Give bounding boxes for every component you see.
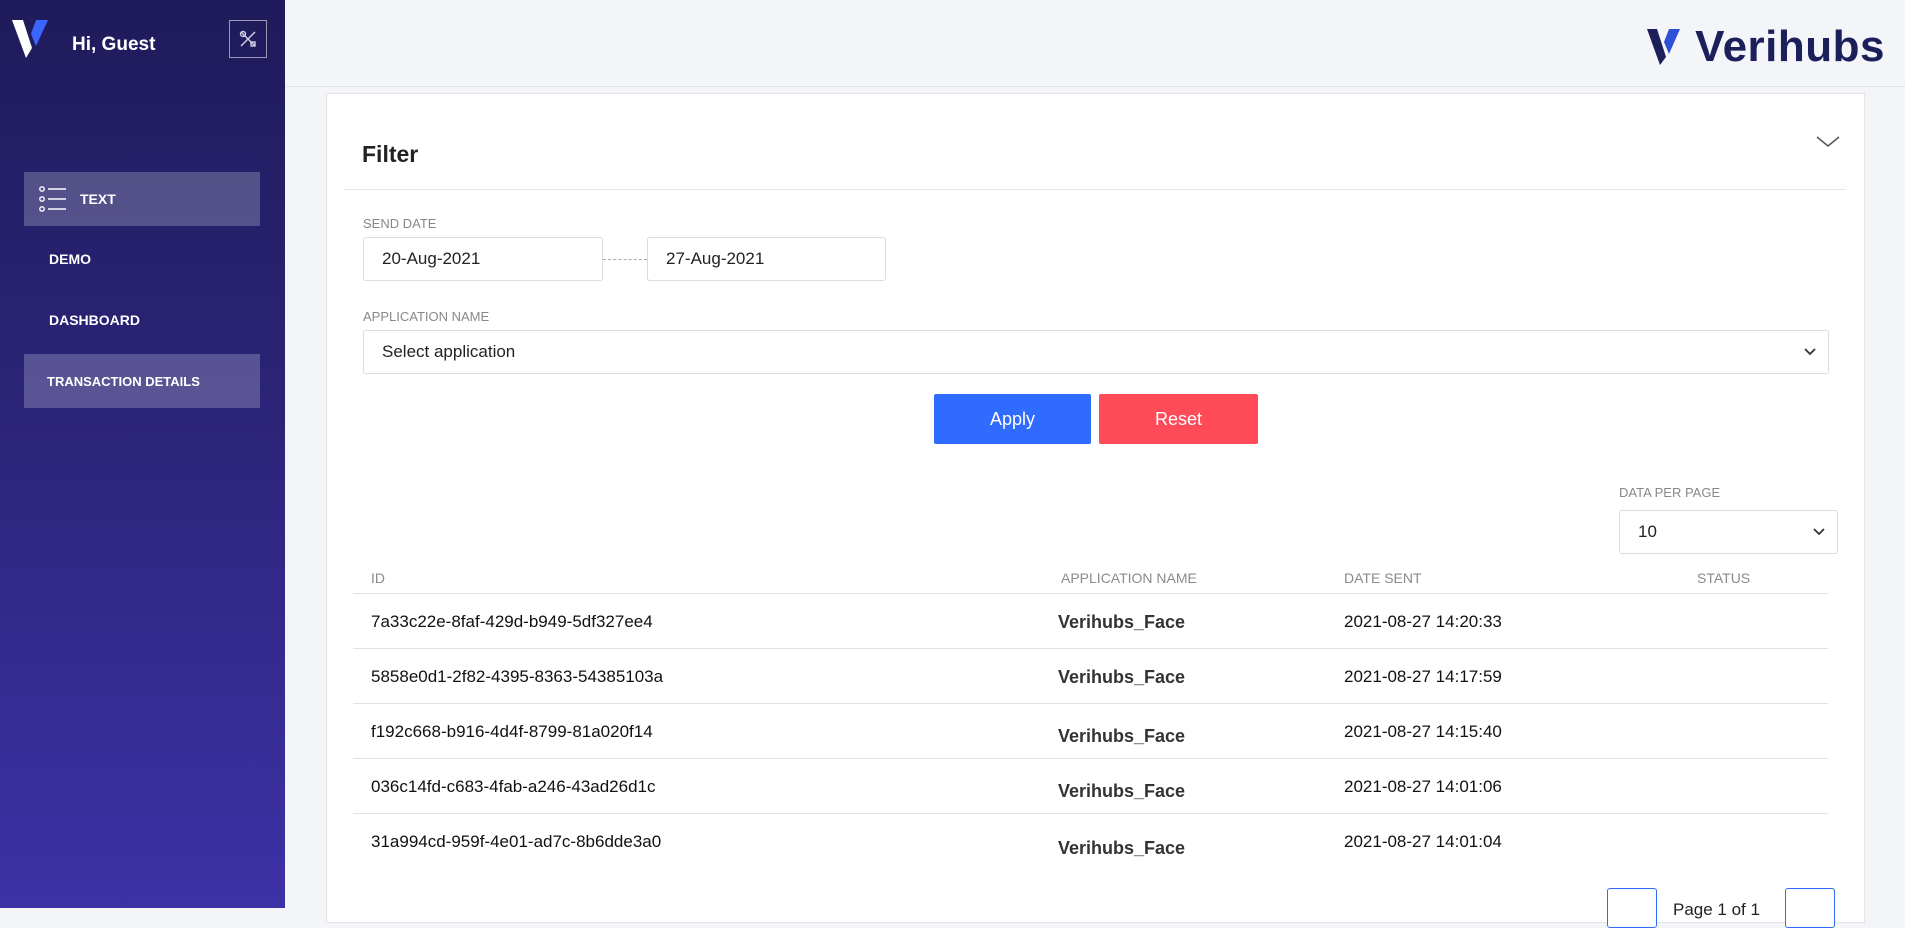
column-header-status: STATUS (1697, 570, 1751, 586)
top-header: Verihubs (285, 0, 1905, 87)
cell-application-name: Verihubs_Face (1058, 612, 1186, 632)
column-header-date-sent: DATE SENT (1344, 570, 1422, 586)
table-row[interactable]: 036c14fd-c683-4fab-a246-43ad26d1c Verihu… (353, 758, 1828, 814)
list-icon (39, 186, 66, 212)
cell-application-name: Verihubs_Face (1058, 838, 1186, 858)
send-date-label: SEND DATE (363, 216, 437, 231)
apply-button[interactable]: Apply (934, 394, 1091, 444)
chevron-down-icon[interactable] (1815, 134, 1841, 150)
sidebar: Hi, Guest TEXT DEMO DASHBOARD TRANSACTIO… (0, 0, 285, 908)
cell-id: 7a33c22e-8faf-429d-b949-5df327ee4 (371, 612, 653, 631)
brand-name: Verihubs (1695, 22, 1885, 71)
cell-application-name: Verihubs_Face (1058, 781, 1186, 801)
cell-id: 31a994cd-959f-4e01-ad7c-8b6dde3a0 (371, 832, 662, 851)
sidebar-item-dashboard[interactable]: DASHBOARD (24, 293, 260, 347)
cell-id: f192c668-b916-4d4f-8799-81a020f14 (371, 722, 653, 741)
cell-application-name: Verihubs_Face (1058, 726, 1186, 746)
chevron-down-icon (1804, 348, 1816, 356)
tools-icon (239, 30, 256, 47)
table-row[interactable]: 7a33c22e-8faf-429d-b949-5df327ee4 Verihu… (353, 593, 1828, 649)
sidebar-item-label: DASHBOARD (49, 312, 140, 328)
verihubs-logo-icon (1647, 29, 1681, 65)
table-row[interactable]: 31a994cd-959f-4e01-ad7c-8b6dde3a0 Verihu… (353, 813, 1828, 869)
cell-id: 5858e0d1-2f82-4395-8363-54385103a (371, 667, 664, 686)
greeting: Hi, Guest (72, 34, 156, 55)
date-from-field[interactable]: 20-Aug-2021 (363, 237, 603, 281)
table-row[interactable]: f192c668-b916-4d4f-8799-81a020f14 Verihu… (353, 703, 1828, 759)
per-page-select[interactable]: 10 (1619, 510, 1838, 554)
cell-date-sent: 2021-08-27 14:01:06 (1344, 777, 1502, 796)
pagination-label: Page 1 of 1 (1673, 900, 1760, 919)
reset-button[interactable]: Reset (1099, 394, 1258, 444)
per-page-value: 10 (1638, 522, 1657, 541)
sidebar-item-transaction-details[interactable]: TRANSACTION DETAILS (24, 354, 260, 408)
next-page-button[interactable] (1785, 888, 1835, 928)
sidebar-item-label: TEXT (80, 191, 116, 207)
filter-header[interactable]: Filter (344, 94, 1846, 190)
application-select[interactable]: Select application (363, 330, 1829, 374)
chevron-down-icon (1813, 528, 1825, 536)
application-select-value: Select application (382, 342, 516, 361)
date-to-field[interactable]: 27-Aug-2021 (647, 237, 886, 281)
cell-date-sent: 2021-08-27 14:15:40 (1344, 722, 1502, 741)
application-name-label: APPLICATION NAME (363, 309, 490, 324)
prev-page-button[interactable] (1607, 888, 1657, 928)
cell-id: 036c14fd-c683-4fab-a246-43ad26d1c (371, 777, 656, 796)
sidebar-item-label: TRANSACTION DETAILS (47, 373, 200, 389)
cell-date-sent: 2021-08-27 14:17:59 (1344, 667, 1502, 686)
column-header-application-name: APPLICATION NAME (1061, 570, 1197, 586)
verihubs-logo-icon (12, 20, 48, 58)
column-header-id: ID (371, 570, 385, 586)
sidebar-item-text[interactable]: TEXT (24, 172, 260, 226)
filter-title: Filter (362, 141, 419, 167)
sidebar-item-label: DEMO (49, 251, 91, 267)
cell-date-sent: 2021-08-27 14:01:04 (1344, 832, 1502, 851)
brand-logo: Verihubs (1647, 22, 1885, 72)
sidebar-item-demo[interactable]: DEMO (24, 232, 260, 286)
cell-application-name: Verihubs_Face (1058, 667, 1186, 687)
date-range-separator (603, 259, 647, 260)
data-per-page-label: DATA PER PAGE (1619, 485, 1721, 500)
cell-date-sent: 2021-08-27 14:20:33 (1344, 612, 1502, 631)
collapse-sidebar-button[interactable] (229, 20, 267, 58)
table-row[interactable]: 5858e0d1-2f82-4395-8363-54385103a Verihu… (353, 648, 1828, 704)
